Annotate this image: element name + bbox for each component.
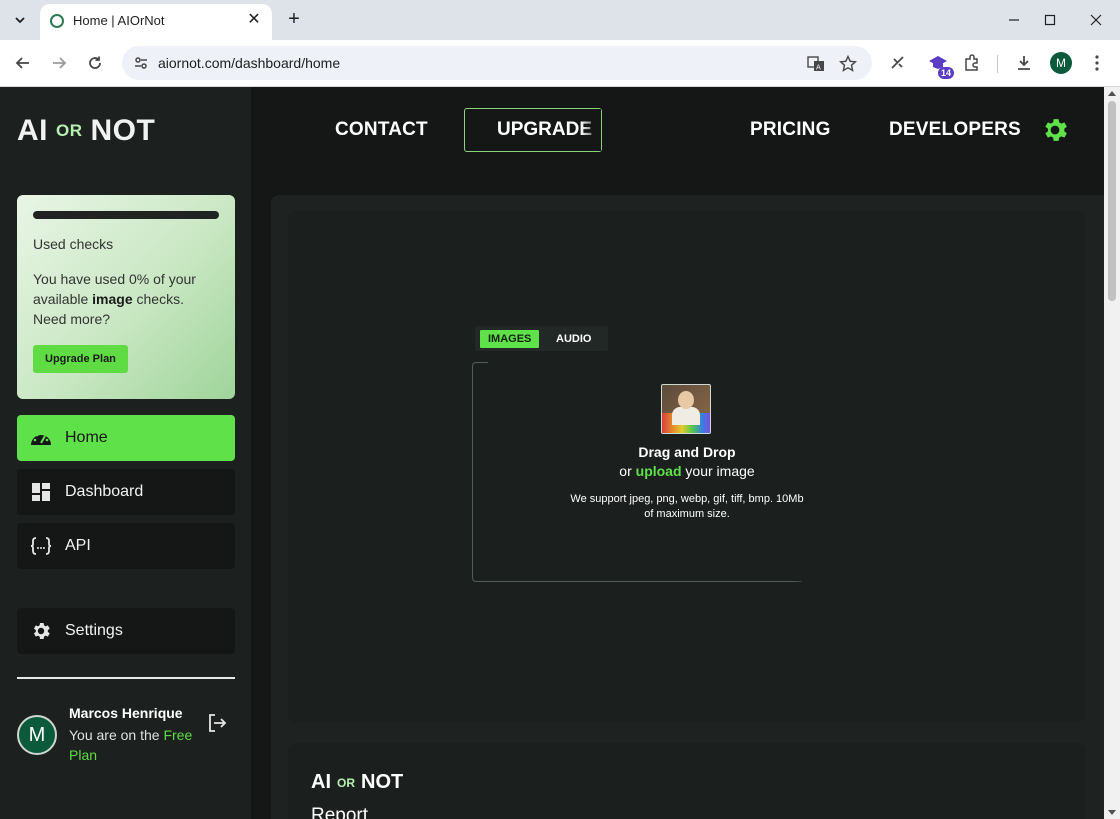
nav-pricing-link[interactable]: PRICING [750,119,831,141]
extension-badge: 14 [937,67,954,79]
browser-toolbar: aiornot.com/dashboard/home A 14 M [0,40,1120,87]
extensions-puzzle-icon[interactable] [960,51,984,75]
dashboard-grid-icon [17,469,65,515]
upgrade-plan-button[interactable]: Upgrade Plan [33,345,128,373]
plan-prefix: You are on the [69,727,164,743]
sidebar-item-settings[interactable]: Settings [17,608,235,654]
scrollbar-thumb[interactable] [1108,101,1116,301]
usage-description: You have used 0% of your available image… [33,269,219,329]
report-panel [288,743,1086,819]
thumb-figure-face [678,391,694,409]
speedometer-icon [17,415,65,461]
nav-upgrade-button[interactable]: UPGRADE [464,108,602,152]
browser-menu-kebab-icon[interactable] [1085,51,1109,75]
logo-ai-text: AI [17,114,48,147]
usage-text-bold: image [92,291,133,307]
download-icon[interactable] [1012,51,1036,75]
site-settings-icon[interactable] [132,54,150,72]
report-title: Report [311,805,369,819]
settings-gear-icon[interactable] [1040,115,1070,145]
usage-progress-bar [33,211,219,219]
user-name: Marcos Henrique [69,705,183,721]
extension-graduation-icon[interactable]: 14 [926,51,954,79]
browser-tab-active[interactable]: Home | AIOrNot ✕ [40,4,272,40]
usage-card: Used checks You have used 0% of your ava… [17,195,235,399]
tab-close-icon[interactable]: ✕ [244,10,264,30]
tab-search-chevron-icon[interactable] [8,8,32,32]
page-scrollbar[interactable] [1104,87,1120,819]
usage-title: Used checks [33,236,114,252]
browser-tab-bar: Home | AIOrNot ✕ + [0,0,1120,40]
translate-icon[interactable]: A [806,54,826,74]
extension-puzzle-tool-icon[interactable] [886,51,910,75]
sidebar: AI OR NOT Used checks You have used 0% o… [0,87,251,819]
toolbar-separator [997,55,998,73]
scroll-up-arrow-icon[interactable] [1108,91,1116,96]
sidebar-item-home[interactable]: Home [17,415,235,461]
window-minimize-icon[interactable] [1000,6,1028,34]
avatar[interactable]: M [17,715,57,755]
sidebar-item-api[interactable]: API [17,523,235,569]
bookmark-star-icon[interactable] [838,54,858,74]
browser-profile-avatar[interactable]: M [1050,52,1072,74]
logout-icon[interactable] [206,712,228,734]
logo-or-text: OR [56,121,83,140]
scroll-down-arrow-icon[interactable] [1108,810,1116,815]
upload-or-text: or [619,463,636,479]
window-close-icon[interactable] [1082,6,1110,34]
new-tab-plus-icon[interactable]: + [282,8,306,32]
user-plan: You are on the Free Plan [69,725,209,765]
dropzone-fade [488,361,808,364]
site-logo[interactable]: AI OR NOT [17,114,155,148]
sidebar-item-dashboard[interactable]: Dashboard [17,469,235,515]
sidebar-divider [17,677,235,679]
logo-not-text: NOT [90,114,156,147]
address-bar[interactable]: aiornot.com/dashboard/home A [122,46,872,80]
reload-icon[interactable] [82,50,108,76]
upload-link[interactable]: upload [636,463,682,479]
sidebar-item-label: Dashboard [65,483,144,500]
nav-upgrade-label: UPGRADE [497,119,593,140]
upload-illustration-image [661,384,711,434]
nav-developers-link[interactable]: DEVELOPERS [889,119,1021,141]
gear-icon [17,608,65,654]
upgrade-fade [581,109,601,151]
upload-your-image-text: your image [681,463,755,479]
back-arrow-icon[interactable] [10,50,36,76]
upload-prompt: or upload your image [572,463,802,479]
report-logo-not: NOT [361,771,404,793]
sidebar-item-label: Home [65,429,108,446]
forward-arrow-icon[interactable] [46,50,72,76]
tab-audio[interactable]: AUDIO [556,330,591,348]
site-favicon-icon [50,14,64,28]
report-logo-or: OR [337,775,355,790]
drag-and-drop-title: Drag and Drop [638,444,736,460]
code-braces-icon [17,523,65,569]
report-logo-ai: AI [311,771,331,793]
url-text[interactable]: aiornot.com/dashboard/home [158,55,340,71]
dropzone-fade [792,575,812,585]
report-logo: AI OR NOT [311,771,403,794]
sidebar-item-label: API [65,537,91,554]
tab-title: Home | AIOrNot [73,13,165,28]
tab-images[interactable]: IMAGES [480,330,540,348]
window-maximize-icon[interactable] [1036,6,1064,34]
supported-formats-text: We support jpeg, png, webp, gif, tiff, b… [570,493,804,520]
media-type-tabs: IMAGES AUDIO [475,326,608,351]
sidebar-item-label: Settings [65,622,123,639]
nav-contact-link[interactable]: CONTACT [335,119,428,141]
web-page: AI OR NOT Used checks You have used 0% o… [0,87,1104,819]
thumb-figure-body [672,407,700,425]
svg-text:A: A [816,64,821,72]
